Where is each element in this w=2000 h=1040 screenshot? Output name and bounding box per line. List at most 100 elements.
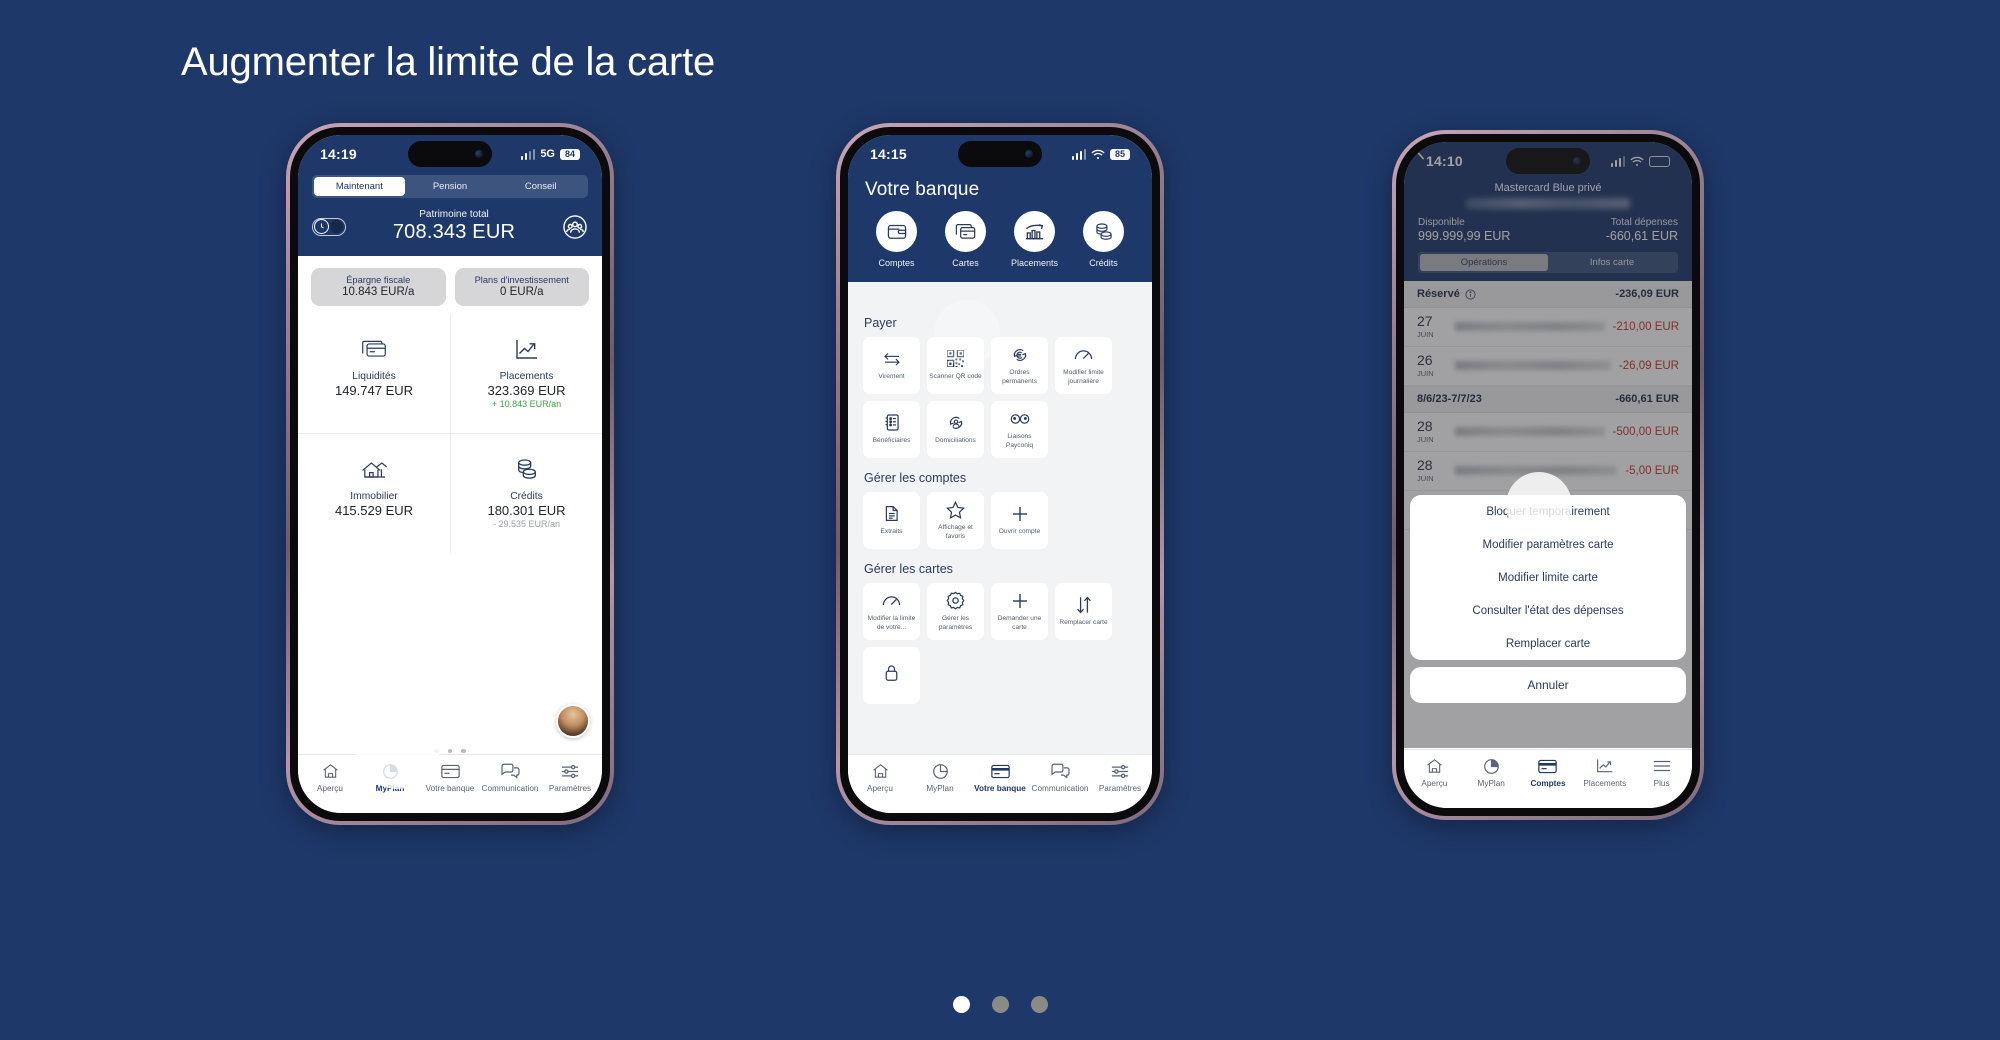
history-toggle[interactable] (312, 217, 346, 236)
tile-gerer-parametres[interactable]: Gérer les paramètres (927, 583, 984, 640)
tile-affichage-favoris[interactable]: Affichage et favoris (927, 492, 984, 549)
quick-label: Crédits (1089, 258, 1118, 268)
person-refresh-icon (947, 413, 965, 432)
asset-subvalue: - 29.535 EUR/an (492, 519, 561, 529)
section-title-gerer-cartes: Gérer les cartes (864, 562, 953, 576)
nav-communication[interactable]: Communication (480, 761, 540, 793)
pagination-dot-1[interactable] (952, 996, 970, 1013)
asset-cell-immobilier[interactable]: Immobilier 415.529 EUR (298, 433, 450, 553)
tile-label: Bénéficiaires (872, 437, 911, 445)
nav-plus[interactable]: Plus (1633, 756, 1690, 788)
tile-demander-carte[interactable]: Demander une carte (991, 583, 1048, 640)
tile-modifier-limite-journaliere[interactable]: Modifier limite journalière (1055, 337, 1112, 394)
nav-votre-banque[interactable]: Votre banque (420, 761, 480, 793)
nav-label: Communication (1031, 784, 1089, 793)
avatar[interactable] (556, 704, 590, 738)
card-icon (440, 761, 460, 781)
patrimoine-total: Patrimoine total 708.343 EUR (346, 209, 562, 244)
tab-maintenant[interactable]: Maintenant (314, 177, 405, 196)
tiles-payer: Virement Scanner QR code Ordres permanen… (848, 337, 1152, 458)
asset-label: Liquidités (352, 371, 396, 382)
nav-parametres[interactable]: Paramètres (540, 761, 600, 793)
tile-ouvrir-compte[interactable]: Ouvrir compte (991, 492, 1048, 549)
action-modifier-parametres-carte[interactable]: Modifier paramètres carte (1410, 528, 1686, 561)
nav-apercu[interactable]: Aperçu (850, 761, 910, 793)
tile-domiciliations[interactable]: Domiciliations (927, 401, 984, 458)
dynamic-island (958, 141, 1042, 167)
nav-myplan[interactable]: MyPlan (910, 761, 970, 793)
chip-plans-investissement[interactable]: Plans d'investissement 0 EUR/a (454, 268, 589, 306)
nav-communication[interactable]: Communication (1030, 761, 1090, 793)
action-bloquer-temporairement[interactable]: Bloquer temporairement (1410, 495, 1686, 528)
tile-bloquer-carte[interactable] (863, 647, 920, 704)
nav-votre-banque[interactable]: Votre banque (970, 761, 1030, 793)
nav-label: Aperçu (317, 784, 343, 793)
clock-icon (314, 219, 329, 234)
pagination-dot-3[interactable] (1030, 996, 1048, 1013)
home-icon (322, 761, 339, 781)
bottom-nav[interactable]: Aperçu MyPlan Votre banque Communication… (298, 754, 602, 813)
total-label: Patrimoine total (419, 209, 489, 220)
home-icon (1426, 756, 1443, 776)
quick-credits[interactable]: Crédits (1069, 211, 1138, 268)
tile-liaisons-payconiq[interactable]: Liaisons Payconiq (991, 401, 1048, 458)
nav-myplan[interactable]: MyPlan (360, 761, 420, 793)
gauge-icon (1074, 345, 1093, 364)
sliders-icon (561, 761, 579, 781)
nav-apercu[interactable]: Aperçu (1406, 756, 1463, 788)
cancel-button[interactable]: Annuler (1410, 667, 1686, 703)
nav-comptes[interactable]: Comptes (1520, 756, 1577, 788)
tile-beneficiaires[interactable]: Bénéficiaires (863, 401, 920, 458)
asset-cell-liquidites[interactable]: Liquidités 149.747 EUR (298, 314, 450, 433)
quick-cartes[interactable]: Cartes (931, 211, 1000, 268)
quick-comptes[interactable]: Comptes (862, 211, 931, 268)
action-consulter-etat-depenses[interactable]: Consulter l'état des dépenses (1410, 594, 1686, 627)
tab-pension[interactable]: Pension (405, 177, 496, 196)
nav-label: MyPlan (926, 784, 954, 793)
front-camera-icon (1025, 150, 1033, 158)
phone-bezel: 14:10 Mastercard Blue privé Disponible 9… (1396, 134, 1700, 816)
battery-indicator: 85 (1110, 148, 1130, 160)
carousel-dots (298, 748, 602, 753)
status-time: 14:19 (320, 146, 357, 162)
tile-extraits[interactable]: Extraits (863, 492, 920, 549)
tile-scanner-qr[interactable]: Scanner QR code (927, 337, 984, 394)
tile-ordres-permanents[interactable]: Ordres permanents (991, 337, 1048, 394)
star-icon (946, 500, 965, 519)
phone2-header: 14:15 85 Votre banque Comptes Cartes Pla… (848, 135, 1152, 282)
slide-pagination[interactable] (0, 996, 2000, 1013)
nav-parametres[interactable]: Paramètres (1090, 761, 1150, 793)
tab-conseil[interactable]: Conseil (495, 177, 586, 196)
nav-myplan[interactable]: MyPlan (1463, 756, 1520, 788)
infinity-icon (1010, 409, 1030, 428)
asset-subvalue: + 10.843 EUR/an (491, 399, 562, 409)
tile-label: Ordres permanents (1002, 369, 1037, 385)
chart-up-icon (1596, 756, 1614, 776)
action-modifier-limite-carte[interactable]: Modifier limite carte (1410, 561, 1686, 594)
quick-placements[interactable]: Placements (1000, 211, 1069, 268)
tile-virement[interactable]: Virement (863, 337, 920, 394)
contact-list-icon (885, 413, 899, 432)
card-icon (1538, 756, 1558, 776)
bottom-nav[interactable]: Aperçu MyPlan Comptes Placements Plus (1404, 749, 1692, 808)
nav-label: Plus (1653, 779, 1670, 788)
pie-icon (382, 761, 399, 781)
nav-apercu[interactable]: Aperçu (300, 761, 360, 793)
asset-value: 180.301 EUR (487, 503, 566, 518)
status-bar: 14:19 5G 84 (298, 135, 602, 173)
nav-placements[interactable]: Placements (1576, 756, 1633, 788)
pagination-dot-2[interactable] (991, 996, 1009, 1013)
chip-epargne-fiscale[interactable]: Épargne fiscale 10.843 EUR/a (311, 268, 446, 306)
tile-remplacer-carte[interactable]: Remplacer carte (1055, 583, 1112, 640)
tile-modifier-limite-carte[interactable]: Modifier la limite de votre... (863, 583, 920, 640)
quick-label: Comptes (878, 258, 915, 268)
nav-label: MyPlan (375, 784, 405, 793)
segmented-tabs[interactable]: Maintenant Pension Conseil (312, 175, 588, 198)
asset-cell-credits[interactable]: Crédits 180.301 EUR - 29.535 EUR/an (450, 433, 602, 553)
people-icon[interactable] (562, 214, 588, 240)
phone2-content[interactable]: Payer Virement Scanner QR code Ordres pe… (848, 303, 1152, 751)
bottom-nav[interactable]: Aperçu MyPlan Votre banque Communication… (848, 754, 1152, 813)
action-remplacer-carte[interactable]: Remplacer carte (1410, 627, 1686, 660)
asset-cell-placements[interactable]: Placements 323.369 EUR + 10.843 EUR/an (450, 314, 602, 433)
card-icon (990, 761, 1010, 781)
